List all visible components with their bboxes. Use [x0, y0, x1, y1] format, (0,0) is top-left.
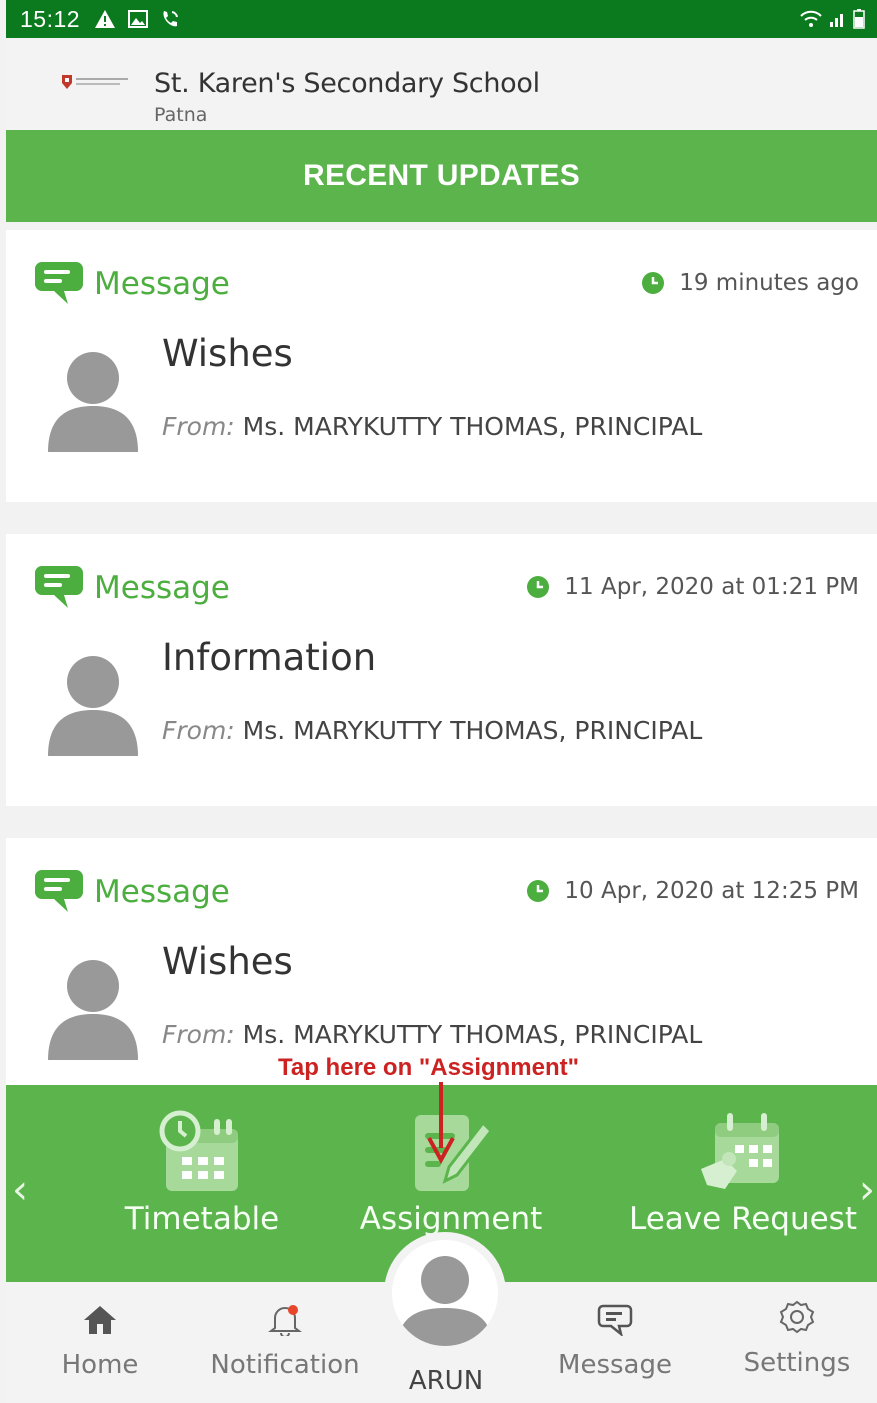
nav-label: Notification: [210, 1350, 360, 1380]
from-label: From:: [162, 412, 235, 441]
update-from: From: Ms. MARYKUTTY THOMAS, PRINCIPAL: [162, 1020, 702, 1049]
home-icon: [84, 1306, 116, 1334]
nav-label: Message: [558, 1350, 672, 1380]
update-time: 11 Apr, 2020 at 01:21 PM: [564, 574, 859, 600]
clock-icon: [527, 880, 550, 902]
app-header: St. Karen's Secondary School Patna: [6, 38, 877, 130]
message-icon: [35, 566, 83, 608]
nav-notification[interactable]: Notification: [202, 1304, 368, 1380]
status-time: 15:12: [20, 5, 81, 32]
update-title: Wishes: [162, 332, 293, 375]
profile-avatar[interactable]: [392, 1240, 498, 1346]
sender-avatar-icon: [48, 960, 138, 1060]
wifi-icon: [800, 10, 822, 27]
update-type: Message: [94, 874, 230, 910]
recent-updates-banner: RECENT UPDATES: [6, 130, 877, 222]
from-label: From:: [162, 716, 235, 745]
quick-action-timetable[interactable]: Timetable: [102, 1109, 302, 1237]
quick-action-label: Leave Request: [629, 1201, 857, 1237]
battery-icon: [853, 9, 865, 29]
school-city: Patna: [154, 104, 208, 126]
from-sender: Ms. MARYKUTTY THOMAS, PRINCIPAL: [234, 1020, 703, 1049]
leave-request-icon: [701, 1113, 779, 1189]
nav-label: Home: [61, 1350, 139, 1380]
tutorial-annotation: Tap here on "Assignment": [278, 1054, 580, 1081]
signal-icon: [830, 14, 843, 27]
update-time: 10 Apr, 2020 at 12:25 PM: [564, 878, 859, 904]
school-name: St. Karen's Secondary School: [154, 68, 540, 99]
nav-settings[interactable]: Settings: [732, 1300, 862, 1378]
message-icon: [35, 262, 83, 304]
update-time: 19 minutes ago: [679, 270, 859, 296]
update-type: Message: [94, 266, 230, 302]
update-time-wrap: 19 minutes ago: [641, 270, 859, 296]
update-card[interactable]: Message 11 Apr, 2020 at 01:21 PM Informa…: [6, 534, 877, 806]
status-bar: 15:12: [6, 0, 877, 38]
message-icon: [35, 870, 83, 912]
update-from: From: Ms. MARYKUTTY THOMAS, PRINCIPAL: [162, 716, 702, 745]
school-logo: [62, 75, 128, 89]
update-type: Message: [94, 570, 230, 606]
bell-icon: [268, 1305, 302, 1336]
nav-home[interactable]: Home: [40, 1304, 160, 1380]
warning-icon: [95, 10, 116, 28]
quick-actions-prev-button[interactable]: ‹: [12, 1167, 28, 1213]
clock-icon: [527, 576, 550, 598]
quick-action-leave-request[interactable]: Leave Request: [618, 1109, 868, 1237]
from-sender: Ms. MARYKUTTY THOMAS, PRINCIPAL: [234, 412, 703, 441]
from-label: From:: [162, 1020, 235, 1049]
quick-action-label: Timetable: [124, 1201, 280, 1237]
from-sender: Ms. MARYKUTTY THOMAS, PRINCIPAL: [234, 716, 703, 745]
profile-name: ARUN: [408, 1366, 484, 1396]
user-avatar-icon: [398, 1256, 492, 1346]
call-icon: [163, 11, 179, 27]
gear-icon: [779, 1300, 815, 1334]
status-notification-icons: [94, 9, 180, 29]
update-from: From: Ms. MARYKUTTY THOMAS, PRINCIPAL: [162, 412, 702, 441]
nav-label: Settings: [743, 1348, 851, 1378]
sender-avatar-icon: [48, 656, 138, 756]
update-time-wrap: 11 Apr, 2020 at 01:21 PM: [526, 574, 859, 600]
gallery-icon: [128, 10, 149, 28]
timetable-icon: [159, 1110, 238, 1191]
message-icon: [597, 1304, 633, 1336]
sender-avatar-icon: [48, 352, 138, 452]
update-time-wrap: 10 Apr, 2020 at 12:25 PM: [526, 878, 859, 904]
clock-icon: [642, 272, 665, 294]
update-card[interactable]: Message 19 minutes ago Wishes From: Ms. …: [6, 230, 877, 502]
update-title: Wishes: [162, 940, 293, 983]
update-title: Information: [162, 636, 377, 679]
status-system-icons: [799, 9, 865, 29]
nav-message[interactable]: Message: [550, 1304, 680, 1380]
annotation-arrow-icon: [427, 1082, 455, 1164]
